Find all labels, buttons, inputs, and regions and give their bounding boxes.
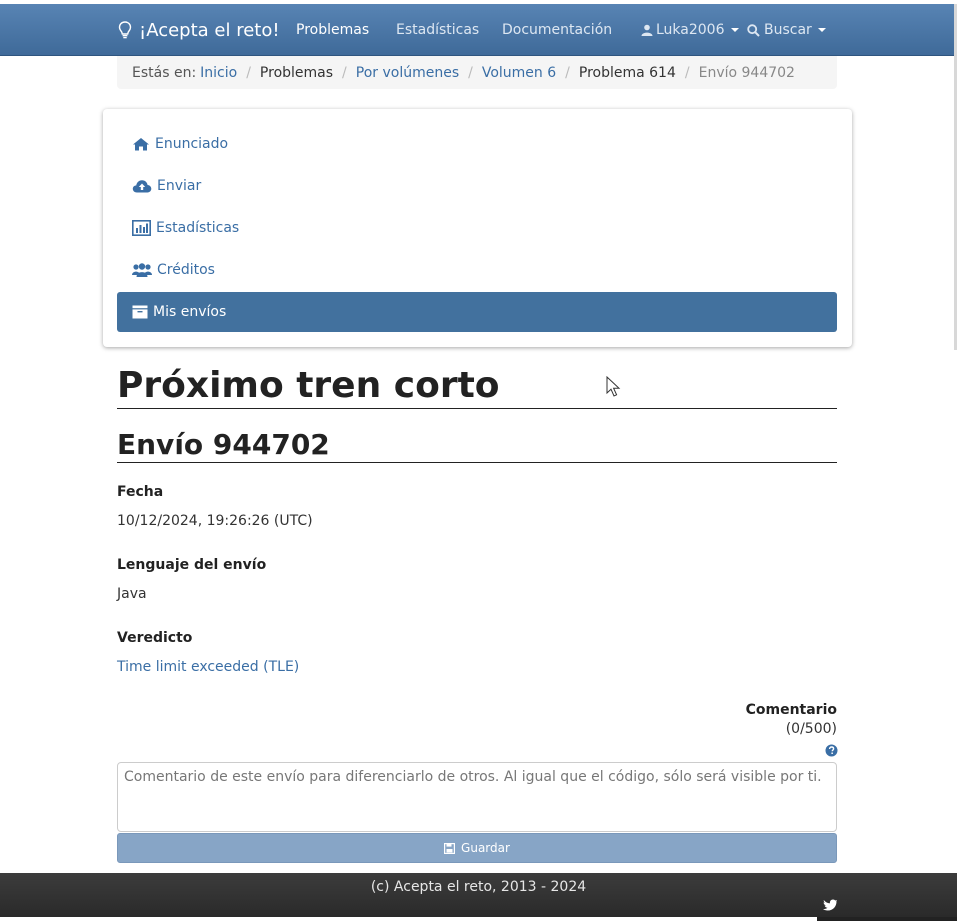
- submission-title: Envío 944702: [117, 428, 837, 463]
- chevron-down-icon: [730, 28, 739, 32]
- language-label: Lenguaje del envío: [117, 557, 267, 573]
- nav-problemas[interactable]: Problemas: [296, 4, 369, 56]
- problem-title: Próximo tren corto: [117, 364, 837, 409]
- breadcrumb-separator: /: [468, 64, 473, 81]
- date-label: Fecha: [117, 484, 164, 500]
- breadcrumb: Estás en: Inicio / Problemas / Por volúm…: [117, 56, 837, 89]
- language-value: Java: [117, 586, 147, 602]
- user-menu[interactable]: Luka2006: [641, 4, 739, 56]
- search-menu[interactable]: Buscar: [747, 4, 826, 56]
- search-label: Buscar: [764, 22, 812, 38]
- breadcrumb-volumen[interactable]: Volumen 6: [482, 65, 556, 81]
- menu-item-enunciado[interactable]: Enunciado: [117, 124, 837, 164]
- brand-link[interactable]: ¡Acepta el reto!: [118, 4, 280, 56]
- breadcrumb-separator: /: [342, 64, 347, 81]
- lightbulb-icon: [118, 21, 132, 39]
- cloud-upload-icon: [132, 180, 152, 193]
- archive-icon: [132, 305, 148, 319]
- floppy-disk-icon: [444, 842, 456, 854]
- user-name: Luka2006: [656, 22, 725, 38]
- menu-item-label: Mis envíos: [153, 304, 227, 320]
- comment-label: Comentario: [745, 702, 837, 718]
- users-icon: [132, 263, 152, 277]
- date-value: 10/12/2024, 19:26:26 (UTC): [117, 513, 313, 529]
- search-icon: [747, 23, 760, 37]
- breadcrumb-prefix: Estás en:: [132, 64, 197, 81]
- menu-item-label: Enunciado: [155, 136, 229, 152]
- chevron-down-icon: [817, 28, 826, 32]
- menu-item-enviar[interactable]: Enviar: [117, 166, 837, 206]
- verdict-label: Veredicto: [117, 630, 193, 646]
- footer: (c) Acepta el reto, 2013 - 2024: [0, 873, 957, 917]
- save-button[interactable]: Guardar: [117, 833, 837, 863]
- breadcrumb-separator: /: [246, 64, 251, 81]
- breadcrumb-current: Envío 944702: [698, 64, 795, 81]
- breadcrumb-separator: /: [565, 64, 570, 81]
- menu-item-estadisticas[interactable]: Estadísticas: [117, 208, 837, 248]
- menu-item-label: Enviar: [157, 178, 202, 194]
- help-icon[interactable]: [825, 744, 838, 757]
- menu-item-label: Créditos: [157, 262, 215, 278]
- mouse-pointer-icon: [606, 376, 621, 397]
- verdict-link[interactable]: Time limit exceeded (TLE): [117, 659, 299, 675]
- breadcrumb-inicio[interactable]: Inicio: [200, 65, 237, 81]
- bar-chart-icon: [132, 220, 151, 236]
- menu-item-label: Estadísticas: [156, 220, 240, 236]
- home-icon: [133, 138, 149, 151]
- status-strip: [817, 917, 957, 921]
- breadcrumb-problema: Problema 614: [578, 64, 676, 81]
- breadcrumb-volumenes[interactable]: Por volúmenes: [356, 65, 459, 81]
- footer-text: (c) Acepta el reto, 2013 - 2024: [370, 879, 587, 895]
- user-icon: [641, 24, 653, 36]
- nav-documentacion[interactable]: Documentación: [502, 4, 612, 56]
- comment-textarea[interactable]: Comentario de este envío para diferencia…: [117, 762, 837, 832]
- comment-header: Comentario (0/500): [746, 702, 837, 737]
- breadcrumb-separator: /: [684, 64, 690, 81]
- save-label: Guardar: [461, 841, 510, 855]
- twitter-icon[interactable]: [823, 899, 837, 911]
- comment-counter: (0/500): [785, 721, 837, 737]
- menu-item-mis-envios[interactable]: Mis envíos: [117, 292, 837, 332]
- problem-menu-panel: Enunciado Enviar Estadísticas Créditos M…: [103, 109, 852, 347]
- menu-item-creditos[interactable]: Créditos: [117, 250, 837, 290]
- top-navbar: ¡Acepta el reto! Problemas Estadísticas …: [0, 4, 957, 56]
- nav-estadisticas[interactable]: Estadísticas: [396, 4, 479, 56]
- breadcrumb-problemas: Problemas: [259, 64, 334, 81]
- brand-text: ¡Acepta el reto!: [139, 19, 280, 41]
